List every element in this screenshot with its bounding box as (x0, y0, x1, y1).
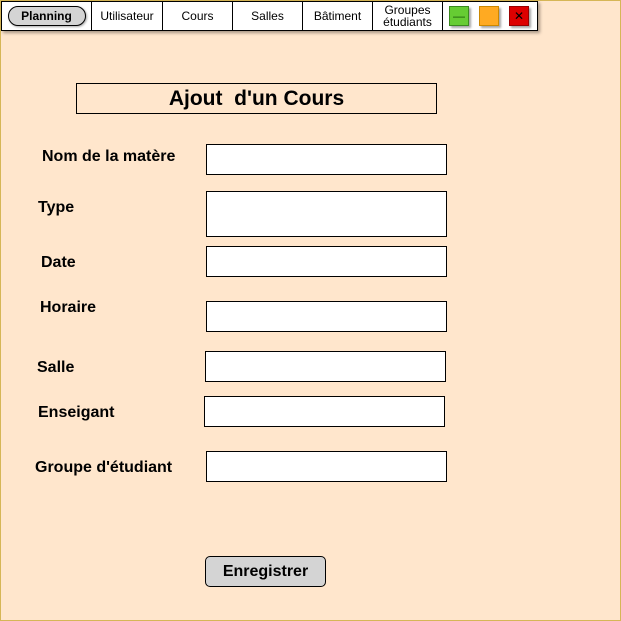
subject-name-label: Nom de la matère (42, 148, 176, 165)
nav-item-planning-pill[interactable]: Planning (7, 6, 86, 26)
nav-item-utilisateur-label: Utilisateur (100, 9, 154, 23)
nav-item-planning-label: Planning (21, 9, 72, 23)
room-input[interactable] (205, 351, 446, 382)
nav-item-batiment[interactable]: Bâtiment (303, 2, 373, 30)
nav-item-planning[interactable]: Planning (2, 2, 92, 30)
nav-item-cours[interactable]: Cours (163, 2, 233, 30)
type-label: Type (38, 199, 75, 216)
student-group-input[interactable] (206, 451, 447, 482)
maximize-button[interactable] (479, 6, 499, 26)
form-title: Ajout d'un Cours (76, 83, 437, 114)
type-input[interactable] (206, 191, 447, 237)
teacher-input[interactable] (204, 396, 445, 427)
top-navigation-bar: Planning Utilisateur Cours Salles Bâtime… (1, 1, 538, 31)
nav-item-utilisateur[interactable]: Utilisateur (92, 2, 163, 30)
minimize-icon: — (453, 9, 465, 23)
nav-item-salles-label: Salles (251, 9, 284, 23)
nav-item-cours-label: Cours (181, 9, 214, 23)
close-button[interactable]: ✕ (509, 6, 529, 26)
date-label: Date (41, 254, 76, 271)
subject-name-input[interactable] (206, 144, 447, 175)
room-label: Salle (37, 359, 75, 376)
teacher-label: Enseigant (38, 404, 115, 421)
close-icon: ✕ (513, 9, 525, 23)
save-button[interactable]: Enregistrer (205, 556, 326, 587)
minimize-button[interactable]: — (449, 6, 469, 26)
nav-item-salles[interactable]: Salles (233, 2, 303, 30)
date-input[interactable] (206, 246, 447, 277)
app-window: Planning Utilisateur Cours Salles Bâtime… (0, 0, 621, 621)
schedule-input[interactable] (206, 301, 447, 332)
schedule-label: Horaire (40, 299, 97, 316)
nav-item-groupes-etudiants-label: Groupes étudiants (383, 3, 432, 29)
student-group-label: Groupe d'étudiant (35, 459, 173, 476)
nav-item-batiment-label: Bâtiment (313, 9, 362, 23)
nav-item-groupes-etudiants[interactable]: Groupes étudiants (373, 2, 443, 30)
